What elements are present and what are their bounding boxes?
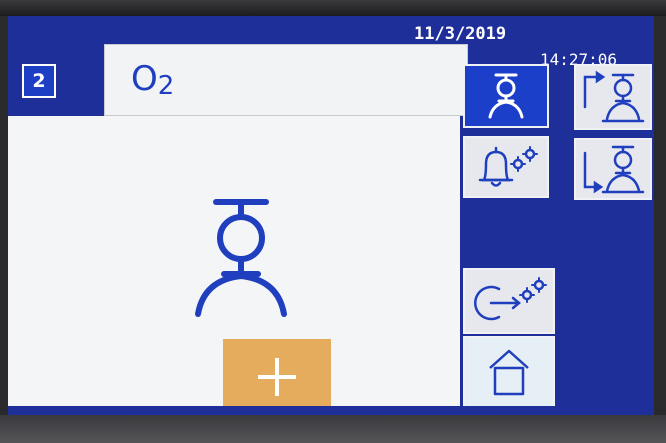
display-screen: 11/3/2019 14:27:06 2 O2 — [8, 16, 654, 415]
exit-settings-button[interactable] — [463, 268, 555, 334]
channel-number-badge[interactable]: 2 — [22, 64, 56, 98]
person-up-icon — [583, 70, 645, 123]
person-up-button[interactable] — [574, 64, 652, 130]
bezel-right — [654, 16, 666, 416]
home-button[interactable] — [463, 336, 555, 408]
add-button[interactable] — [223, 339, 331, 415]
status-bar — [8, 16, 654, 44]
person-icon — [195, 199, 287, 317]
person-down-icon — [583, 145, 645, 194]
bezel-left — [0, 16, 8, 416]
alarm-settings-button[interactable] — [463, 136, 549, 198]
gas-symbol: O — [131, 59, 158, 99]
home-icon — [489, 349, 529, 396]
plus-icon — [258, 358, 296, 396]
person-icon — [488, 73, 524, 119]
channel-number: 2 — [32, 70, 46, 92]
gas-subscript: 2 — [157, 71, 175, 101]
exit-gear-icon — [474, 277, 547, 321]
gas-name-field: O2 — [104, 44, 468, 116]
bottom-strip — [8, 406, 654, 415]
person-button[interactable] — [463, 64, 549, 128]
person-down-button[interactable] — [574, 138, 652, 200]
bezel-bottom — [0, 415, 666, 443]
date-display: 11/3/2019 — [414, 24, 507, 44]
bell-gear-icon — [478, 146, 538, 187]
gas-label: O2 — [131, 59, 174, 101]
bezel-top — [0, 0, 666, 16]
